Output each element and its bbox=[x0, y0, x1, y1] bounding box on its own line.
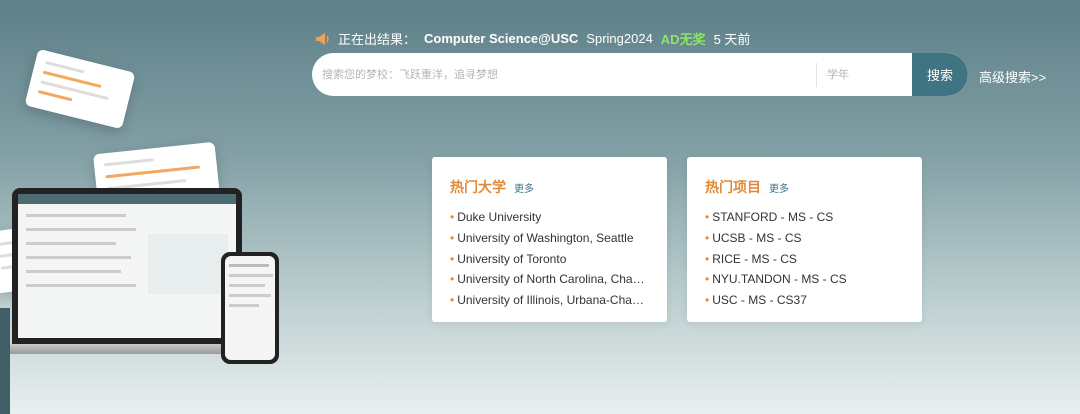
announcement-result: AD无奖 bbox=[660, 32, 706, 47]
program-item[interactable]: USC - MS - CS37 bbox=[705, 290, 904, 311]
search-bar: 搜索 bbox=[312, 53, 968, 96]
advanced-search-link[interactable]: 高级搜索>> bbox=[979, 67, 1046, 86]
announcement-label: 正在出结果： bbox=[338, 32, 417, 47]
program-item[interactable]: STANFORD - MS - CS bbox=[705, 207, 904, 228]
hot-programs-more-link[interactable]: 更多 bbox=[769, 180, 789, 195]
laptop-base-illustration bbox=[0, 344, 256, 354]
university-item[interactable]: University of Toronto bbox=[450, 249, 649, 270]
program-item[interactable]: UCSB - MS - CS bbox=[705, 228, 904, 249]
announcement-program[interactable]: Computer Science@USC bbox=[424, 31, 578, 46]
university-item[interactable]: Duke University bbox=[450, 207, 649, 228]
university-item[interactable]: University of North Carolina, Chapel Hil… bbox=[450, 269, 649, 290]
search-button[interactable]: 搜索 bbox=[912, 53, 968, 96]
year-input[interactable] bbox=[817, 53, 897, 96]
laptop-illustration bbox=[12, 188, 242, 344]
hot-programs-card: 热门项目 更多 STANFORD - MS - CS UCSB - MS - C… bbox=[687, 157, 922, 322]
program-item[interactable]: RICE - MS - CS bbox=[705, 249, 904, 270]
hot-universities-title: 热门大学 bbox=[450, 179, 506, 195]
university-item[interactable]: University of Illinois, Urbana-Champaign bbox=[450, 290, 649, 311]
university-item[interactable]: University of Washington, Seattle bbox=[450, 228, 649, 249]
hot-programs-title: 热门项目 bbox=[705, 179, 761, 195]
announcement-time: 5 天前 bbox=[713, 32, 751, 47]
hot-universities-card: 热门大学 更多 Duke University University of Wa… bbox=[432, 157, 667, 322]
announcement-term: Spring2024 bbox=[586, 31, 653, 46]
hero-illustration bbox=[0, 48, 290, 370]
program-item[interactable]: NYU.TANDON - MS - CS bbox=[705, 269, 904, 290]
floating-card-illustration bbox=[24, 48, 136, 130]
search-input[interactable] bbox=[312, 53, 802, 96]
megaphone-icon bbox=[316, 32, 329, 45]
hot-universities-more-link[interactable]: 更多 bbox=[514, 180, 534, 195]
phone-illustration bbox=[221, 252, 279, 364]
side-feedback-tab[interactable] bbox=[0, 308, 10, 414]
announcement-bar: 正在出结果： Computer Science@USC Spring2024 A… bbox=[314, 29, 750, 48]
